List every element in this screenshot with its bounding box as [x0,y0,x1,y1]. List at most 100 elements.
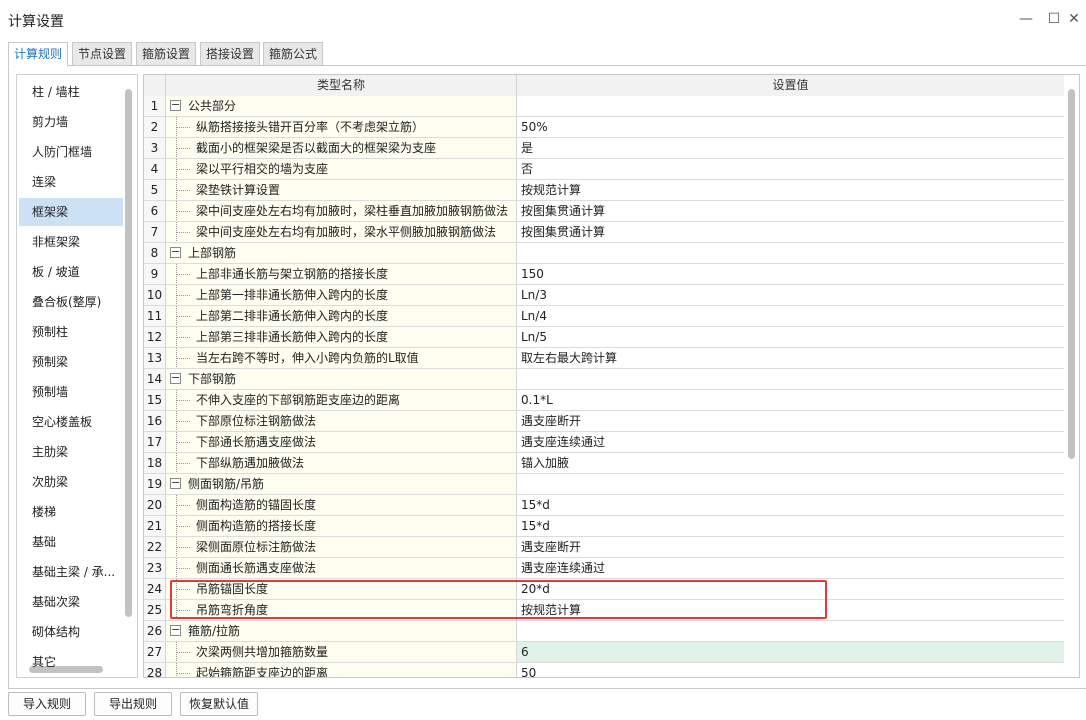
table-row[interactable]: 11 上部第二排非通长筋伸入跨内的长度 Ln/4 [144,306,1064,327]
table-row[interactable]: 23 侧面通长筋遇支座做法 遇支座连续通过 [144,558,1064,579]
setting-value-cell[interactable]: 遇支座连续通过 [517,558,1064,579]
setting-value-cell[interactable]: 6 [517,642,1064,663]
sidebar-item[interactable]: 楼梯 [19,498,123,526]
setting-value-cell[interactable]: 遇支座连续通过 [517,432,1064,453]
tree-branch [176,274,190,275]
setting-value-cell[interactable]: 按规范计算 [517,180,1064,201]
table-row[interactable]: 28 起始箍筋距支座边的距离 50 [144,663,1064,678]
setting-value-cell[interactable]: 遇支座断开 [517,537,1064,558]
setting-value-cell[interactable]: 遇支座断开 [517,411,1064,432]
setting-value-cell[interactable]: 150 [517,264,1064,285]
setting-value-cell[interactable]: 15*d [517,495,1064,516]
table-row[interactable]: 27 次梁两侧共增加箍筋数量 6 [144,642,1064,663]
setting-value-cell[interactable]: 是 [517,138,1064,159]
setting-label: 起始箍筋距支座边的距离 [196,666,329,678]
table-row[interactable]: 16 下部原位标注钢筋做法 遇支座断开 [144,411,1064,432]
setting-label: 梁垫铁计算设置 [196,183,281,197]
table-row[interactable]: 7 梁中间支座处左右均有加腋时，梁水平侧腋加腋钢筋做法 按图集贯通计算 [144,222,1064,243]
sidebar-item[interactable]: 次肋梁 [19,468,123,496]
table-group-row[interactable]: 19− 侧面钢筋/吊筋 [144,474,1064,495]
table-row[interactable]: 6 梁中间支座处左右均有加腋时，梁柱垂直加腋加腋钢筋做法 按图集贯通计算 [144,201,1064,222]
sidebar-item[interactable]: 柱 / 墙柱 [19,78,123,106]
type-name-cell: 下部纵筋遇加腋做法 [166,453,517,474]
close-icon[interactable]: ✕ [1064,8,1084,30]
sidebar-item[interactable]: 基础次梁 [19,588,123,616]
tree-branch [176,358,190,359]
table-row[interactable]: 15 不伸入支座的下部钢筋距支座边的距离 0.1*L [144,390,1064,411]
setting-value-cell[interactable]: Ln/5 [517,327,1064,348]
table-row[interactable]: 12 上部第三排非通长筋伸入跨内的长度 Ln/5 [144,327,1064,348]
tree-branch [176,232,190,233]
sidebar-item[interactable]: 非框架梁 [19,228,123,256]
setting-value-cell[interactable]: 50% [517,117,1064,138]
sidebar-item[interactable]: 框架梁 [19,198,123,226]
table-row[interactable]: 4 梁以平行相交的墙为支座 否 [144,159,1064,180]
table-row[interactable]: 2 纵筋搭接接头错开百分率（不考虑架立筋） 50% [144,117,1064,138]
table-scrollbar[interactable] [1068,89,1075,459]
tab-node-settings[interactable]: 节点设置 [72,42,133,66]
table-group-row[interactable]: 1− 公共部分 [144,96,1064,117]
setting-value-cell [517,369,1064,390]
table-row[interactable]: 20 侧面构造筋的锚固长度 15*d [144,495,1064,516]
setting-value-cell[interactable]: 按图集贯通计算 [517,222,1064,243]
setting-value-cell[interactable]: 50 [517,663,1064,677]
table-row[interactable]: 17 下部通长筋遇支座做法 遇支座连续通过 [144,432,1064,453]
setting-value-cell[interactable]: 15*d [517,516,1064,537]
tab-lap-settings[interactable]: 搭接设置 [200,42,261,66]
collapse-icon[interactable]: − [170,477,181,489]
sidebar-item[interactable]: 主肋梁 [19,438,123,466]
sidebar-item[interactable]: 预制柱 [19,318,123,346]
sidebar-item[interactable]: 人防门框墙 [19,138,123,166]
sidebar-scrollbar[interactable] [125,89,132,617]
setting-value-cell[interactable]: 取左右最大跨计算 [517,348,1064,369]
table-group-row[interactable]: 8− 上部钢筋 [144,243,1064,264]
setting-value-cell[interactable]: 锚入加腋 [517,453,1064,474]
table-group-row[interactable]: 14− 下部钢筋 [144,369,1064,390]
setting-value-cell[interactable]: Ln/4 [517,306,1064,327]
sidebar-item[interactable]: 剪力墙 [19,108,123,136]
sidebar-item[interactable]: 基础 [19,528,123,556]
row-number: 4 [144,159,166,180]
setting-value-cell[interactable]: 按图集贯通计算 [517,201,1064,222]
table-group-row[interactable]: 26− 箍筋/拉筋 [144,621,1064,642]
sidebar-item[interactable]: 预制梁 [19,348,123,376]
table-row[interactable]: 5 梁垫铁计算设置 按规范计算 [144,180,1064,201]
import-rules-button[interactable]: 导入规则 [8,692,86,716]
collapse-icon[interactable]: − [170,624,181,636]
sidebar-item[interactable]: 空心楼盖板 [19,408,123,436]
table-row[interactable]: 3 截面小的框架梁是否以截面大的框架梁为支座 是 [144,138,1064,159]
setting-value-cell[interactable]: 0.1*L [517,390,1064,411]
table-row[interactable]: 18 下部纵筋遇加腋做法 锚入加腋 [144,453,1064,474]
table-row[interactable]: 10 上部第一排非通长筋伸入跨内的长度 Ln/3 [144,285,1064,306]
setting-value-cell[interactable]: Ln/3 [517,285,1064,306]
minimize-icon[interactable]: — [1016,8,1036,30]
sidebar-item[interactable]: 连梁 [19,168,123,196]
sidebar-item[interactable]: 砌体结构 [19,618,123,646]
setting-value-cell [517,96,1064,117]
table-row[interactable]: 9 上部非通长筋与架立钢筋的搭接长度 150 [144,264,1064,285]
type-name-cell: − 下部钢筋 [166,369,517,390]
tab-calc-rules[interactable]: 计算规则 [8,42,69,67]
setting-label: 次梁两侧共增加箍筋数量 [196,645,329,659]
table-row[interactable]: 21 侧面构造筋的搭接长度 15*d [144,516,1064,537]
sidebar-item[interactable]: 预制墙 [19,378,123,406]
table-row[interactable]: 13 当左右跨不等时，伸入小跨内负筋的L取值 取左右最大跨计算 [144,348,1064,369]
table-row[interactable]: 22 梁侧面原位标注筋做法 遇支座断开 [144,537,1064,558]
export-rules-button[interactable]: 导出规则 [94,692,172,716]
restore-defaults-button[interactable]: 恢复默认值 [180,692,258,716]
tree-branch [176,400,190,401]
maximize-icon[interactable]: ☐ [1044,8,1064,30]
collapse-icon[interactable]: − [170,372,181,384]
table-header: 类型名称 设置值 [144,75,1064,97]
sidebar-item[interactable]: 叠合板(整厚) [19,288,123,316]
sidebar-item[interactable]: 其它 [19,648,123,676]
row-number: 8 [144,243,166,264]
tab-stirrup-settings[interactable]: 箍筋设置 [136,42,197,66]
collapse-icon[interactable]: − [170,246,181,258]
sidebar-item[interactable]: 基础主梁 / 承... [19,558,123,586]
type-name-cell: 下部通长筋遇支座做法 [166,432,517,453]
setting-value-cell[interactable]: 否 [517,159,1064,180]
sidebar-item[interactable]: 板 / 坡道 [19,258,123,286]
collapse-icon[interactable]: − [170,99,181,111]
tab-stirrup-formula[interactable]: 箍筋公式 [263,42,324,66]
